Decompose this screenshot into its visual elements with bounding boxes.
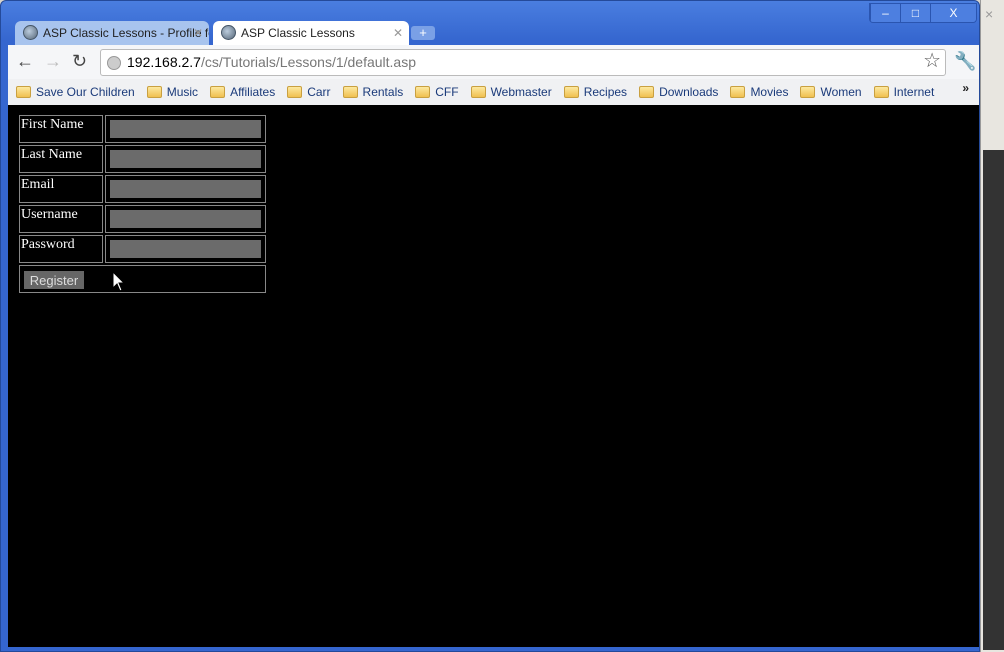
bookmark-label: Women <box>820 85 862 99</box>
globe-icon <box>221 25 236 40</box>
address-bar[interactable]: 192.168.2.7/cs/Tutorials/Lessons/1/defau… <box>100 49 946 76</box>
forward-button[interactable]: → <box>44 51 62 72</box>
last-name-input[interactable] <box>110 150 261 168</box>
tab-close-icon[interactable]: ✕ <box>393 21 403 45</box>
folder-icon <box>800 86 816 98</box>
submit-cell <box>19 265 266 293</box>
bookmark-music[interactable]: Music <box>146 85 199 99</box>
tab-lessons[interactable]: ASP Classic Lessons ✕ <box>213 21 409 45</box>
field-label: Last Name <box>19 145 103 173</box>
page-content: Password Username Email Last Name First Name… <box>8 105 979 647</box>
folder-icon <box>730 86 746 98</box>
close-window-button[interactable]: X <box>930 4 976 22</box>
field-label: First Name <box>19 115 103 143</box>
bookmark-webmaster[interactable]: Webmaster <box>470 85 552 99</box>
field-label: Username <box>19 205 103 233</box>
bookmark-label: Movies <box>750 85 789 99</box>
bookmark-internet[interactable]: Internet <box>873 85 935 99</box>
folder-icon <box>415 86 431 98</box>
bookmark-label: Carr <box>307 85 331 99</box>
username-input[interactable] <box>110 210 261 228</box>
bookmark-affiliates[interactable]: Affiliates <box>210 85 275 99</box>
bookmark-label: Affiliates <box>230 85 276 99</box>
email-input[interactable] <box>110 180 261 198</box>
globe-icon <box>23 25 38 40</box>
back-button[interactable]: ← <box>16 51 34 72</box>
reload-button[interactable]: ↻ <box>72 51 87 72</box>
browser-window: – □ X ASP Classic Lessons - Profile fo ✕ … <box>0 0 980 652</box>
folder-icon <box>146 86 162 98</box>
tab-label: ASP Classic Lessons - Profile fo <box>43 26 209 40</box>
folder-icon <box>342 86 358 98</box>
mouse-cursor-icon <box>112 271 126 292</box>
background-window: × <box>980 0 1004 652</box>
bookmark-cff[interactable]: CFF <box>415 85 459 99</box>
wrench-icon[interactable]: 🔧 <box>954 51 976 72</box>
bookmark-label: Rentals <box>362 85 404 99</box>
bookmark-label: CFF <box>435 85 459 99</box>
bookmark-label: Webmaster <box>490 85 552 99</box>
maximize-button[interactable]: □ <box>900 4 930 22</box>
bookmark-movies[interactable]: Movies <box>730 85 788 99</box>
url-host: 192.168.2.7 <box>127 54 201 70</box>
new-tab-button[interactable]: + <box>411 26 435 40</box>
field-label: Email <box>19 175 103 203</box>
folder-icon <box>639 86 655 98</box>
tab-profile[interactable]: ASP Classic Lessons - Profile fo ✕ <box>15 21 209 45</box>
password-input[interactable] <box>110 240 261 258</box>
bookmark-label: Recipes <box>583 85 628 99</box>
folder-icon <box>16 86 31 98</box>
bookmark-carr[interactable]: Carr <box>287 85 331 99</box>
bookmark-save-our-children[interactable]: Save Our Children <box>16 85 135 99</box>
tab-label: ASP Classic Lessons <box>241 26 355 40</box>
bookmarks-bar: Save Our Children Music Affiliates Carr Rent… <box>8 79 979 105</box>
page-icon <box>107 56 121 70</box>
bookmark-recipes[interactable]: Recipes <box>563 85 628 99</box>
field-label: Password <box>19 235 103 263</box>
bookmark-rentals[interactable]: Rentals <box>342 85 404 99</box>
bookmark-label: Music <box>166 85 199 99</box>
tab-close-icon[interactable]: ✕ <box>193 21 203 45</box>
bookmark-women[interactable]: Women <box>800 85 862 99</box>
url-path: /cs/Tutorials/Lessons/1/default.asp <box>200 54 417 70</box>
folder-icon <box>287 86 303 98</box>
bookmarks-more-button[interactable]: » <box>962 81 969 95</box>
toolbar: ← → ↻ 192.168.2.7/cs/Tutorials/Lessons/1… <box>8 45 979 79</box>
folder-icon <box>563 86 579 98</box>
bookmark-downloads[interactable]: Downloads <box>639 85 718 99</box>
bookmark-label: Downloads <box>659 85 719 99</box>
bookmark-label: Save Our Children <box>36 85 135 99</box>
close-icon: × <box>985 6 994 22</box>
folder-icon <box>873 86 889 98</box>
folder-icon <box>210 86 226 98</box>
minimize-button[interactable]: – <box>870 4 900 22</box>
star-icon[interactable]: ☆ <box>923 49 941 74</box>
window-controls: – □ X <box>869 3 977 23</box>
bookmark-label: Internet <box>893 85 935 99</box>
first-name-input[interactable] <box>110 120 261 138</box>
folder-icon <box>470 86 486 98</box>
